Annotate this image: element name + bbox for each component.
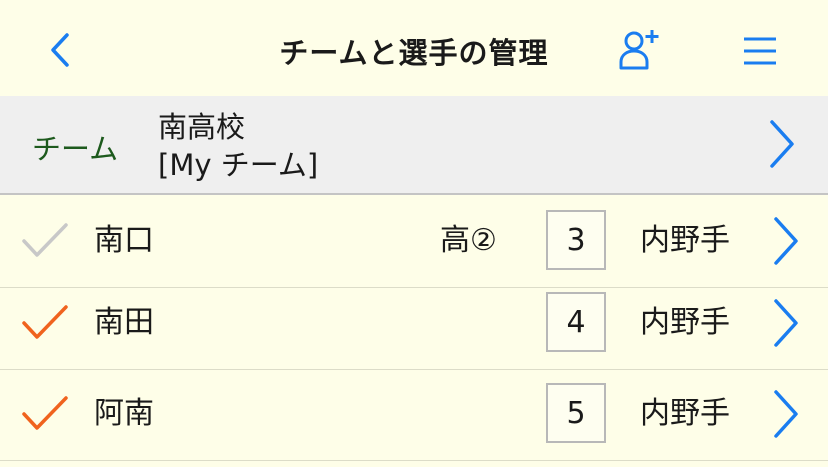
navigation-bar: チームと選手の管理 xyxy=(0,0,828,96)
player-position: 内野手 xyxy=(640,305,730,340)
player-name: 南田 xyxy=(94,305,154,340)
player-position: 内野手 xyxy=(640,223,730,258)
team-label: チーム xyxy=(32,132,119,166)
team-name: 南高校 xyxy=(158,110,246,144)
player-number[interactable]: 5 xyxy=(546,383,606,443)
player-position: 内野手 xyxy=(640,396,730,431)
menu-button[interactable] xyxy=(732,26,788,76)
team-subtitle: [My チーム] xyxy=(158,148,319,182)
checkmark-icon[interactable] xyxy=(20,301,70,343)
player-grade: 高② xyxy=(440,223,497,258)
add-user-button[interactable] xyxy=(612,24,668,74)
chevron-right-icon xyxy=(770,120,794,168)
chevron-right-icon xyxy=(774,299,798,347)
checkmark-icon[interactable] xyxy=(20,219,70,261)
player-row[interactable]: 南田 4 内野手 xyxy=(0,279,828,370)
player-number[interactable]: 3 xyxy=(546,210,606,270)
player-row[interactable]: 阿南 5 内野手 xyxy=(0,370,828,461)
chevron-right-icon xyxy=(774,217,798,265)
checkmark-icon[interactable] xyxy=(20,392,70,434)
team-selector-row[interactable]: チーム 南高校 [My チーム] xyxy=(0,96,828,195)
player-row[interactable]: 南口 高② 3 内野手 xyxy=(0,197,828,288)
player-name: 南口 xyxy=(94,223,154,258)
hamburger-menu-icon xyxy=(744,37,776,65)
chevron-right-icon xyxy=(774,390,798,438)
page-title: チームと選手の管理 xyxy=(279,36,549,70)
player-name: 阿南 xyxy=(94,396,154,431)
add-user-icon xyxy=(619,30,659,70)
player-number[interactable]: 4 xyxy=(546,292,606,352)
